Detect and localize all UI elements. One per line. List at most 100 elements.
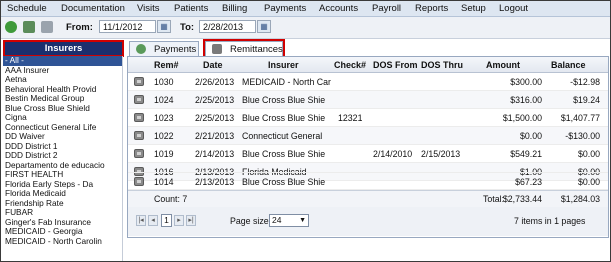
page-number[interactable]: 1 (161, 214, 172, 227)
row-count: Count: 7 (154, 194, 188, 204)
cell-insurer: Connecticut General (242, 131, 323, 141)
cell-date: 2/14/2013 (195, 149, 235, 159)
to-label: To: (180, 22, 195, 33)
insurer-item[interactable]: MEDICAID - North Carolin (3, 236, 122, 247)
grid-footer: Count: 7 Total: $2,733.44 $1,284.03 (128, 190, 608, 208)
to-calendar-icon[interactable]: ▦ (257, 20, 271, 33)
from-calendar-icon[interactable]: ▦ (157, 20, 171, 33)
cell-balance: $1,407.77 (560, 113, 600, 123)
header-check[interactable]: Check# (334, 60, 366, 70)
tab-remittances-label: Remittances (230, 44, 283, 55)
payments-icon (136, 44, 146, 54)
menu-bar: Schedule Documentation Visits Patients B… (1, 1, 610, 17)
header-insurer[interactable]: Insurer (268, 60, 299, 70)
insurers-header: Insurers (3, 40, 124, 57)
cell-dos-thru: 2/15/2013 (421, 149, 461, 159)
cell-balance: $0.00 (577, 149, 600, 159)
app-window: Schedule Documentation Visits Patients B… (0, 0, 611, 262)
tab-remittances[interactable]: Remittances (203, 39, 285, 58)
table-row[interactable]: 1019 2/14/2013 Blue Cross Blue Shie 2/14… (128, 145, 608, 163)
menu-visits[interactable]: Visits (137, 3, 160, 14)
toolbar: From: 11/1/2012 ▦ To: 2/28/2013 ▦ (1, 17, 610, 39)
cell-date: 2/25/2013 (195, 113, 235, 123)
cell-insurer: Blue Cross Blue Shie (242, 95, 326, 105)
cell-dos-from: 2/14/2010 (373, 149, 413, 159)
menu-payments[interactable]: Payments (264, 3, 306, 14)
cell-rem: 1024 (154, 95, 174, 105)
cell-balance: $0.00 (577, 177, 600, 187)
remittances-icon (212, 44, 222, 54)
table-row[interactable]: 1030 2/26/2013 MEDICAID - North Car $300… (128, 73, 608, 91)
cell-balance: $19.24 (573, 95, 600, 105)
cell-rem: 1022 (154, 131, 174, 141)
remittance-icon[interactable] (134, 149, 144, 158)
from-label: From: (66, 22, 93, 33)
cell-date: 2/13/2013 (195, 177, 235, 187)
cell-amount: $316.00 (510, 95, 542, 105)
remittance-icon[interactable] (134, 113, 144, 122)
cell-date: 2/21/2013 (195, 131, 235, 141)
cell-date: 2/25/2013 (195, 95, 235, 105)
grid-header: Rem# Date Insurer Check# DOS From DOS Th… (128, 57, 608, 73)
prev-page-button[interactable]: ◂ (148, 215, 158, 226)
cell-rem: 1030 (154, 77, 174, 87)
chevron-down-icon: ▼ (299, 217, 306, 224)
print-icon[interactable] (41, 21, 53, 33)
cell-insurer: Blue Cross Blue Shie (242, 113, 326, 123)
page-size-label: Page size: (230, 216, 272, 226)
table-row[interactable]: 1022 2/21/2013 Connecticut General $0.00… (128, 127, 608, 145)
cell-amount: $549.21 (510, 149, 542, 159)
insurers-list[interactable]: - All - AAA Insurer Aetna Behavioral Hea… (3, 56, 123, 261)
cell-insurer: MEDICAID - North Car (242, 77, 331, 87)
menu-reports[interactable]: Reports (415, 3, 448, 14)
total-balance: $1,284.03 (560, 194, 600, 204)
cell-date: 2/26/2013 (195, 77, 235, 87)
cell-balance: -$130.00 (565, 131, 600, 141)
page-size-select[interactable]: 24 ▼ (269, 214, 309, 227)
remittance-icon[interactable] (134, 95, 144, 104)
cell-rem: 1019 (154, 149, 174, 159)
cell-rem: 1023 (154, 113, 174, 123)
remittance-icon[interactable] (134, 177, 144, 186)
menu-billing[interactable]: Billing (222, 3, 247, 14)
menu-accounts[interactable]: Accounts (319, 3, 358, 14)
header-balance[interactable]: Balance (551, 60, 586, 70)
cell-amount: $300.00 (510, 77, 542, 87)
menu-setup[interactable]: Setup (461, 3, 486, 14)
total-amount: $2,733.44 (502, 194, 542, 204)
menu-payroll[interactable]: Payroll (372, 3, 401, 14)
remittance-icon[interactable] (134, 131, 144, 140)
refresh-icon[interactable] (5, 21, 17, 33)
menu-documentation[interactable]: Documentation (61, 3, 125, 14)
cell-amount: $67.23 (515, 177, 542, 187)
table-row[interactable]: 1024 2/25/2013 Blue Cross Blue Shie $316… (128, 91, 608, 109)
export-icon[interactable] (23, 21, 35, 33)
header-rem[interactable]: Rem# (154, 60, 179, 70)
first-page-button[interactable]: |◂ (136, 215, 146, 226)
table-row[interactable]: 1014 2/13/2013 Blue Cross Blue Shie $67.… (128, 173, 608, 190)
cell-amount: $1,500.00 (502, 113, 542, 123)
cell-balance: -$12.98 (570, 77, 600, 87)
menu-patients[interactable]: Patients (174, 3, 208, 14)
table-row[interactable]: 1023 2/25/2013 Blue Cross Blue Shie 1232… (128, 109, 608, 127)
cell-check: 12321 (338, 113, 363, 123)
page-size-value: 24 (272, 215, 282, 225)
to-date-input[interactable]: 2/28/2013 (199, 20, 256, 33)
header-dos-from[interactable]: DOS From (373, 60, 418, 70)
menu-logout[interactable]: Logout (499, 3, 528, 14)
header-amount[interactable]: Amount (486, 60, 520, 70)
last-page-button[interactable]: ▸| (186, 215, 196, 226)
tab-payments[interactable]: Payments (129, 41, 199, 56)
pager-summary: 7 items in 1 pages (514, 216, 586, 226)
tab-payments-label: Payments (154, 44, 197, 55)
cell-insurer: Blue Cross Blue Shie (242, 177, 326, 187)
header-date[interactable]: Date (203, 60, 223, 70)
from-date-input[interactable]: 11/1/2012 (99, 20, 156, 33)
header-dos-thru[interactable]: DOS Thru (421, 60, 463, 70)
next-page-button[interactable]: ▸ (174, 215, 184, 226)
cell-amount: $0.00 (519, 131, 542, 141)
cell-insurer: Blue Cross Blue Shie (242, 149, 326, 159)
menu-schedule[interactable]: Schedule (7, 3, 47, 14)
remittances-grid: Rem# Date Insurer Check# DOS From DOS Th… (127, 56, 609, 238)
remittance-icon[interactable] (134, 77, 144, 86)
